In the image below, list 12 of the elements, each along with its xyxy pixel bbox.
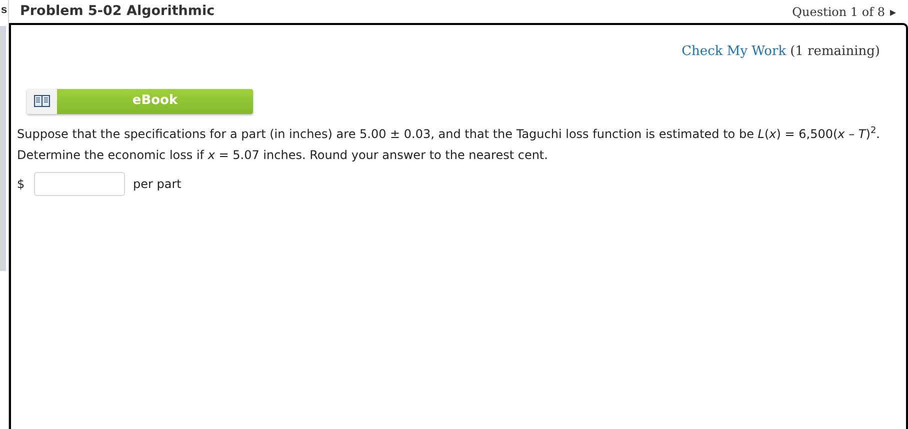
instruction-text: Determine the economic loss if x = 5.07 inches. Round your answer to the nearest cent.: [17, 146, 549, 164]
scrollbar[interactable]: [0, 26, 6, 271]
cut-text: s: [0, 3, 8, 18]
remaining-count: (1 remaining): [790, 43, 880, 61]
check-my-work-link[interactable]: Check My Work: [682, 42, 786, 62]
dollar-sign: $: [17, 176, 26, 192]
question-text: Suppose that the specifications for a part (in inches) are 5.00 ± 0.03, and that the Taguchi loss function is estimated to be L(x) = 6,500(x – T)$^{2}$.: [17, 125, 881, 142]
question-counter: Question 1 of 8: [792, 4, 885, 20]
book-icon: [34, 95, 50, 107]
problem-title: Problem 5-02 Algorithmic: [20, 2, 215, 22]
unit-label: per part: [133, 176, 182, 192]
answer-field[interactable]: [34, 172, 125, 196]
